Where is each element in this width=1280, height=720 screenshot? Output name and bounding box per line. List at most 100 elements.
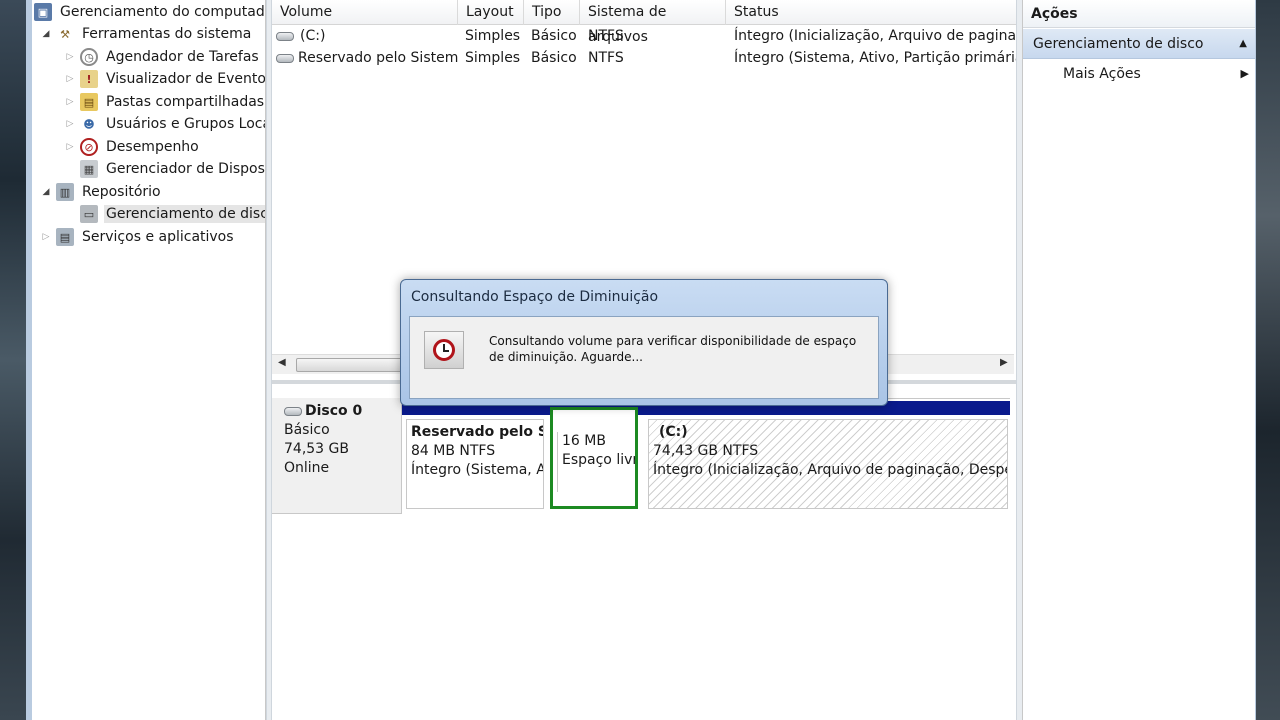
- tree-item-system-tools[interactable]: ◢ ⚒ Ferramentas do sistema: [40, 23, 253, 45]
- expand-closed-icon[interactable]: ▷: [64, 142, 76, 152]
- disk-type: Básico: [284, 422, 330, 438]
- clock-icon: [424, 331, 464, 369]
- device-manager-icon: ▦: [80, 160, 98, 178]
- volume-status: Íntegro (Sistema, Ativo, Partição primár…: [734, 50, 1016, 66]
- partition-status: Espaço livre: [562, 452, 638, 468]
- table-row[interactable]: (C:) Simples Básico NTFS Íntegro (Inicia…: [272, 25, 1016, 47]
- disk-name-text: Disco 0: [305, 403, 363, 419]
- partition-free-space[interactable]: 16 MB Espaço livre: [550, 407, 638, 509]
- tree-item-label: Serviços e aplicativos: [82, 229, 234, 245]
- event-viewer-icon: !: [80, 70, 98, 88]
- dialog-title: Consultando Espaço de Diminuição: [411, 289, 659, 305]
- tree-item-shared-folders[interactable]: ▷ ▤ Pastas compartilhadas: [64, 91, 265, 113]
- disk-info[interactable]: Disco 0 Básico 74,53 GB Online: [272, 398, 402, 514]
- column-header-filesystem[interactable]: Sistema de arquivos: [580, 0, 726, 45]
- tree-item-label: Agendador de Tarefas: [106, 49, 259, 65]
- expand-closed-icon[interactable]: ▷: [64, 52, 76, 62]
- partition-size: 84 MB NTFS: [411, 443, 496, 459]
- scrollbar-thumb[interactable]: [296, 358, 406, 372]
- tree-item-label: Gerenciador de Dispositivos: [106, 161, 265, 177]
- disk-drive-icon: [284, 407, 302, 416]
- column-header-status[interactable]: Status: [726, 0, 1016, 25]
- tree-item-label: Ferramentas do sistema: [82, 26, 252, 42]
- tree-item-label: Gerenciamento do computador (Local): [60, 4, 265, 20]
- expand-closed-icon[interactable]: ▷: [64, 97, 76, 107]
- actions-section-disk-management[interactable]: Gerenciamento de disco ▲: [1023, 29, 1257, 59]
- more-actions-item[interactable]: Mais Ações ▶: [1063, 62, 1249, 86]
- more-actions-label: Mais Ações: [1063, 66, 1141, 82]
- disk-icon: ▭: [80, 205, 98, 223]
- partition-name: (C:): [659, 424, 688, 440]
- partition-free-space-inner: 16 MB Espaço livre: [557, 432, 638, 492]
- volume-name: Reservado pelo Sistema: [298, 50, 458, 66]
- tree-item-label: Repositório: [82, 184, 161, 200]
- volume-status: Íntegro (Inicialização, Arquivo de pagin…: [734, 28, 1016, 44]
- volume-list-header: Volume Layout Tipo Sistema de arquivos S…: [272, 0, 1016, 45]
- volume-filesystem: NTFS: [588, 28, 624, 44]
- tree-item-device-manager[interactable]: ▦ Gerenciador de Dispositivos: [80, 158, 265, 180]
- column-header-layout[interactable]: Layout: [458, 0, 524, 25]
- volume-type: Básico: [531, 50, 577, 66]
- tree-item-disk-management[interactable]: ▭ Gerenciamento de disco: [80, 203, 265, 225]
- tree-item-performance[interactable]: ▷ ⊘ Desempenho: [64, 136, 201, 158]
- expand-closed-icon[interactable]: ▷: [40, 232, 52, 242]
- expand-open-icon[interactable]: ◢: [40, 187, 52, 197]
- dialog-message: Consultando volume para verificar dispon…: [489, 334, 857, 364]
- tree-item-storage[interactable]: ◢ ▥ Repositório: [40, 181, 163, 203]
- performance-icon: ⊘: [80, 138, 98, 156]
- drive-icon: [276, 54, 294, 63]
- partition-size: 16 MB: [562, 433, 606, 449]
- scroll-left-icon[interactable]: ◀: [278, 357, 286, 368]
- actions-title: Ações: [1023, 0, 1257, 28]
- tree-item-label: Pastas compartilhadas: [106, 94, 265, 110]
- tree-item-label: Visualizador de Eventos: [106, 71, 266, 87]
- collapse-up-icon[interactable]: ▲: [1239, 29, 1247, 59]
- partition-system-reserved[interactable]: Reservado pelo Sistema 84 MB NTFS Íntegr…: [406, 419, 544, 509]
- table-row[interactable]: Reservado pelo Sistema Simples Básico NT…: [272, 47, 1016, 69]
- desktop-background-right: [1256, 0, 1280, 720]
- tree-item-label: Gerenciamento de disco: [104, 205, 265, 223]
- tree-item-services[interactable]: ▷ ▤ Serviços e aplicativos: [40, 226, 236, 248]
- tree-item-label: Usuários e Grupos Locais: [106, 116, 266, 132]
- disk-graphical-view: Disco 0 Básico 74,53 GB Online Reservado…: [272, 384, 1016, 720]
- actions-section-label: Gerenciamento de disco: [1033, 36, 1204, 52]
- partition-status: Íntegro (Sistema, Ativo, Partição primár…: [411, 462, 543, 478]
- volume-layout: Simples: [465, 28, 521, 44]
- dialog-body: Consultando volume para verificar dispon…: [409, 316, 879, 399]
- disk-name: Disco 0: [284, 402, 401, 421]
- disk-partition-strip: Reservado pelo Sistema 84 MB NTFS Íntegr…: [402, 398, 1010, 514]
- console-tree: ▣ Gerenciamento do computador (Local) ◢ …: [32, 0, 266, 720]
- tree-item-task-scheduler[interactable]: ▷ ◷ Agendador de Tarefas: [64, 46, 261, 68]
- tree-item-event-viewer[interactable]: ▷ ! Visualizador de Eventos: [64, 68, 266, 90]
- expand-open-icon[interactable]: ◢: [40, 29, 52, 39]
- partition-name: Reservado pelo Sistema: [411, 424, 543, 440]
- tree-item-local-users[interactable]: ▷ ☻ Usuários e Grupos Locais: [64, 113, 266, 135]
- scroll-right-icon[interactable]: ▶: [1000, 357, 1008, 368]
- column-header-type[interactable]: Tipo: [524, 0, 580, 25]
- partition-c-drive[interactable]: (C:) 74,43 GB NTFS Íntegro (Inicializaçã…: [648, 419, 1008, 509]
- expand-closed-icon[interactable]: ▷: [64, 74, 76, 84]
- partition-size: 74,43 GB NTFS: [653, 443, 759, 459]
- actions-pane: Ações Gerenciamento de disco ▲ Mais Açõe…: [1022, 0, 1257, 720]
- drive-icon: [276, 32, 294, 41]
- tools-icon: ⚒: [60, 27, 70, 41]
- disk-state: Online: [284, 460, 330, 476]
- clock-icon: ◷: [80, 48, 98, 66]
- column-header-volume[interactable]: Volume: [272, 0, 458, 25]
- shrink-query-dialog[interactable]: Consultando Espaço de Diminuição Consult…: [400, 279, 888, 406]
- tree-item-label: Desempenho: [106, 139, 199, 155]
- users-icon: ☻: [83, 117, 95, 131]
- tree-item-root[interactable]: ▣ Gerenciamento do computador (Local): [34, 1, 265, 23]
- volume-type: Básico: [531, 28, 577, 44]
- services-icon: ▤: [56, 228, 74, 246]
- shared-folder-icon: ▤: [80, 93, 98, 111]
- storage-icon: ▥: [56, 183, 74, 201]
- disk-size: 74,53 GB: [284, 441, 349, 457]
- partition-status: Íntegro (Inicialização, Arquivo de pagin…: [653, 462, 1007, 478]
- volume-layout: Simples: [465, 50, 521, 66]
- volume-filesystem: NTFS: [588, 50, 624, 66]
- volume-name: (C:): [300, 28, 326, 44]
- expand-closed-icon[interactable]: ▷: [64, 119, 76, 129]
- submenu-arrow-icon: ▶: [1240, 67, 1249, 80]
- computer-management-icon: ▣: [34, 3, 52, 21]
